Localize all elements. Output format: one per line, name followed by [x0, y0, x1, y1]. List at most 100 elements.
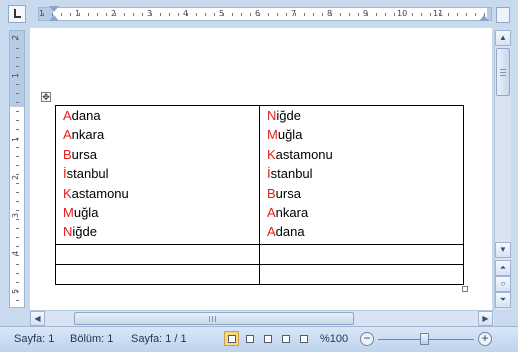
ruler-tick	[295, 13, 296, 16]
word-rest: nkara	[71, 127, 105, 143]
table-row: Adana Ankara Bursa İstanbul Kastamonu Mu…	[55, 105, 464, 245]
print-layout-view-button[interactable]	[224, 331, 239, 346]
word-rest: iğde	[276, 108, 301, 123]
ruler-tick	[16, 246, 19, 247]
scroll-left-icon[interactable]: ◀	[30, 311, 45, 326]
ruler-tick	[16, 264, 19, 265]
ruler-tick	[367, 13, 368, 16]
ruler-tick	[439, 13, 440, 16]
vertical-scroll-thumb[interactable]	[496, 48, 510, 96]
ruler-tick	[16, 102, 19, 103]
draft-view-button[interactable]	[296, 331, 311, 346]
ruler-tick	[16, 219, 19, 220]
ruler-tick	[16, 138, 19, 139]
zoom-slider-thumb[interactable]	[420, 333, 429, 345]
table-cell-empty[interactable]	[259, 244, 464, 265]
ruler-tick	[430, 13, 431, 16]
section-status[interactable]: Bölüm: 1	[70, 333, 113, 345]
ruler-tick	[70, 13, 71, 16]
reading-icon	[246, 335, 254, 343]
ruler-tick	[196, 13, 197, 16]
list-item: Kastamonu	[56, 184, 259, 203]
ruler-tick	[16, 300, 19, 301]
ruler-tick	[457, 13, 458, 16]
ruler-tick	[79, 13, 80, 16]
scroll-down-icon[interactable]: ▼	[495, 242, 511, 258]
ruler-tick	[16, 84, 19, 85]
page-count-status[interactable]: Sayfa: 1 / 1	[131, 333, 187, 345]
ruler-tick	[16, 291, 19, 292]
ruler-tick	[16, 183, 19, 184]
outline-view-button[interactable]	[278, 331, 293, 346]
ruler-tick	[376, 13, 377, 16]
ruler-tick	[16, 111, 19, 112]
table-cell-left[interactable]: Adana Ankara Bursa İstanbul Kastamonu Mu…	[55, 105, 260, 245]
minus-icon[interactable]: −	[360, 332, 374, 346]
grip-line	[500, 75, 506, 76]
ruler-tick	[16, 174, 19, 175]
list-item: Ankara	[260, 203, 463, 222]
ruler-tick	[232, 13, 233, 16]
table-cell-empty[interactable]	[55, 264, 260, 285]
horizontal-scrollbar[interactable]: ◀ ▶	[30, 310, 494, 326]
vertical-ruler[interactable]: 2 1 1 2 3 4 5	[9, 30, 25, 308]
view-ruler-button[interactable]	[496, 7, 510, 23]
ruler-tick	[115, 13, 116, 16]
ruler-tick	[277, 13, 278, 16]
draft-icon	[300, 335, 308, 343]
ruler-number: 2	[11, 174, 21, 181]
next-page-icon[interactable]: ⏷	[495, 292, 511, 308]
first-letter: B	[267, 185, 276, 201]
ruler-tick	[61, 13, 62, 16]
ruler-tick	[421, 13, 422, 16]
grip-line	[209, 316, 210, 322]
first-letter: A	[267, 224, 276, 240]
list-item: Bursa	[260, 184, 463, 203]
ruler-number: 3	[11, 212, 21, 219]
list-item: Muğla	[56, 203, 259, 222]
ruler-tick	[223, 13, 224, 16]
tab-selector-button[interactable]	[8, 5, 26, 23]
ruler-tick	[16, 93, 19, 94]
previous-page-icon[interactable]: ⏶	[495, 260, 511, 276]
first-letter: K	[63, 185, 72, 201]
ruler-tick	[286, 13, 287, 16]
document-table[interactable]: Adana Ankara Bursa İstanbul Kastamonu Mu…	[55, 105, 464, 285]
table-cell-empty[interactable]	[259, 264, 464, 285]
ruler-tick	[169, 13, 170, 16]
zoom-level[interactable]: %100	[320, 333, 348, 345]
ruler-tick	[484, 13, 485, 16]
hanging-indent-marker[interactable]	[49, 15, 59, 21]
page-number-status[interactable]: Sayfa: 1	[14, 333, 54, 345]
first-line-indent-marker[interactable]	[49, 6, 59, 12]
horizontal-ruler[interactable]: 1 1 2 3 4 5 6 7 8 9 10 11	[38, 6, 492, 21]
web-layout-button[interactable]	[260, 331, 275, 346]
vertical-scrollbar[interactable]: ▲ ▼ ⏶ ○ ⏷	[494, 30, 511, 310]
ruler-tick	[16, 228, 19, 229]
word-rest: ursa	[71, 146, 97, 162]
select-browse-object-icon[interactable]: ○	[495, 276, 511, 292]
grip-line	[215, 316, 216, 322]
horizontal-scroll-thumb[interactable]	[74, 312, 354, 325]
ruler-tick	[313, 13, 314, 16]
scroll-up-icon[interactable]: ▲	[495, 30, 511, 46]
word-rest: uğla	[73, 204, 99, 220]
move-arrows-icon[interactable]: ✥	[41, 92, 51, 102]
ruler-tick	[250, 13, 251, 16]
ruler-tick	[133, 13, 134, 16]
web-layout-icon	[264, 335, 272, 343]
full-screen-reading-button[interactable]	[242, 331, 257, 346]
ruler-tick	[16, 282, 19, 283]
scroll-right-icon[interactable]: ▶	[478, 311, 493, 326]
first-letter: A	[267, 204, 276, 220]
first-letter: N	[267, 108, 277, 123]
plus-icon[interactable]: +	[478, 332, 492, 346]
table-cell-empty[interactable]	[55, 244, 260, 265]
ruler-tick	[322, 13, 323, 16]
ruler-tick	[106, 13, 107, 16]
table-resize-handle[interactable]	[462, 286, 468, 292]
ruler-tick	[448, 13, 449, 16]
ruler-tick	[160, 13, 161, 16]
first-letter: A	[63, 108, 72, 123]
table-cell-right[interactable]: Niğde Muğla Kastamonu İstanbul Bursa Ank…	[259, 105, 464, 245]
